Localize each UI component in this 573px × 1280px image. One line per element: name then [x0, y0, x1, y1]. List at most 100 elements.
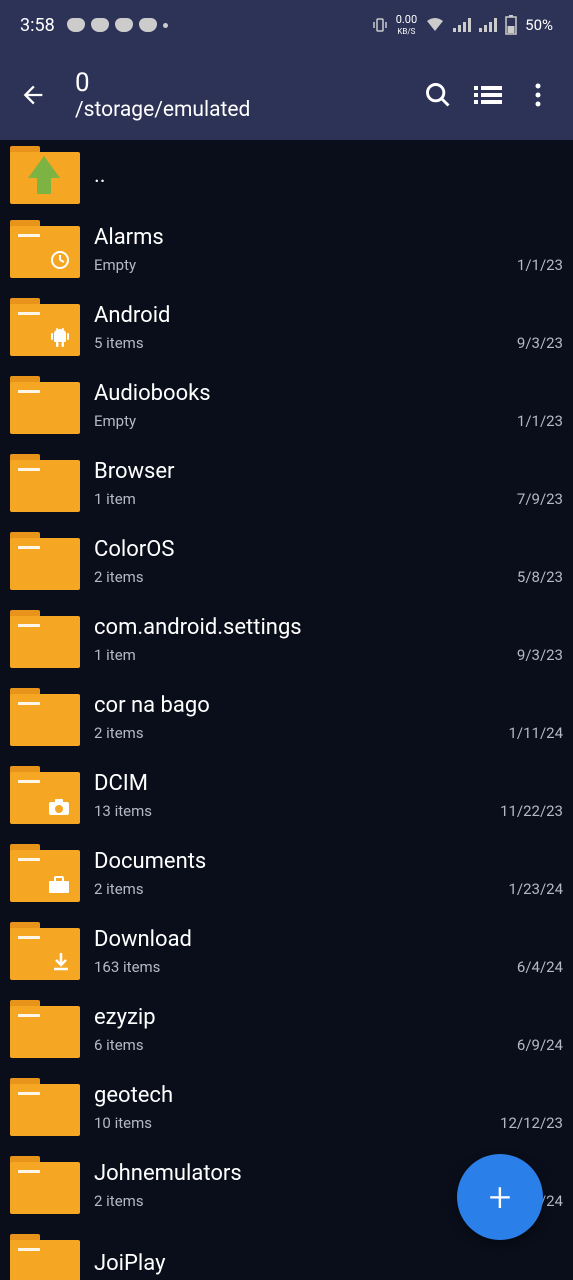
folder-name: com.android.settings: [94, 615, 563, 640]
current-path: /storage/emulated: [75, 98, 413, 122]
folder-info: 10 items: [94, 1114, 152, 1132]
folder-icon: [10, 1234, 80, 1280]
folder-name: Alarms: [94, 225, 563, 250]
folder-row[interactable]: Android 5 items 9/3/23: [0, 288, 573, 366]
search-button[interactable]: [413, 70, 463, 120]
vibrate-icon: [372, 17, 388, 33]
view-button[interactable]: [463, 70, 513, 120]
data-speed: 0.00KB/S: [396, 14, 417, 36]
status-left: 3:58: [20, 15, 168, 36]
camera-icon: [48, 798, 70, 816]
title-area[interactable]: 0 /storage/emulated: [75, 68, 413, 122]
folder-date: 5/8/23: [517, 568, 563, 586]
folder-name: Audiobooks: [94, 381, 563, 406]
folder-info: 5 items: [94, 334, 144, 352]
folder-name: Download: [94, 927, 563, 952]
parent-dir-name: ..: [94, 163, 563, 188]
folder-icon: [10, 532, 80, 590]
folder-date: 7/9/23: [517, 490, 563, 508]
folder-name: JoiPlay: [94, 1251, 563, 1276]
status-bar: 3:58 0.00KB/S 50%: [0, 0, 573, 50]
folder-info: 1 item: [94, 646, 136, 664]
folder-date: 9/3/23: [517, 334, 563, 352]
folder-row[interactable]: Audiobooks Empty 1/1/23: [0, 366, 573, 444]
folder-row[interactable]: geotech10 items12/12/23: [0, 1068, 573, 1146]
clock-icon: [50, 250, 70, 270]
discord-icon: [67, 18, 85, 32]
folder-icon: [10, 454, 80, 512]
wifi-icon: [425, 17, 445, 33]
folder-row[interactable]: ezyzip 6 items 6/9/24: [0, 990, 573, 1068]
folder-icon: [10, 610, 80, 668]
folder-date: 1/1/23: [517, 256, 563, 274]
folder-info: 2 items: [94, 568, 144, 586]
folder-name: DCIM: [94, 771, 563, 796]
folder-date: 6/4/24: [517, 958, 563, 976]
battery-icon: [505, 15, 517, 35]
folder-icon: [10, 376, 80, 434]
folder-date: 1/1/23: [517, 412, 563, 430]
folder-info: 2 items: [94, 880, 144, 898]
folder-name: Documents: [94, 849, 563, 874]
discord-icon: [91, 18, 109, 32]
folder-info: 2 items: [94, 1192, 144, 1210]
app-bar: 0 /storage/emulated: [0, 50, 573, 140]
folder-row[interactable]: com.android.settings 1 item 9/3/23: [0, 600, 573, 678]
dot-icon: [163, 23, 168, 28]
folder-row[interactable]: cor na bago 2 items 1/11/24: [0, 678, 573, 756]
notification-icons: [67, 18, 168, 32]
back-button[interactable]: [10, 73, 55, 118]
folder-info: Empty: [94, 256, 136, 274]
arrow-left-icon: [19, 81, 47, 109]
item-count: 0: [75, 68, 413, 98]
dropdown-icon: [260, 105, 270, 115]
folder-row[interactable]: Documents 2 items 1/23/24: [0, 834, 573, 912]
folder-info: 6 items: [94, 1036, 144, 1054]
folder-name: Browser: [94, 459, 563, 484]
folder-date: 6/9/24: [517, 1036, 563, 1054]
folder-date: 9/3/23: [517, 646, 563, 664]
folder-row[interactable]: Browser 1 item 7/9/23: [0, 444, 573, 522]
file-list[interactable]: .. Alarms Empty 1/1/23 Android 5 items 9/3/23…: [0, 140, 573, 1280]
folder-icon: [10, 1000, 80, 1058]
folder-icon: [10, 1156, 80, 1214]
signal-icon: [453, 18, 471, 32]
folder-date: /24: [540, 1192, 563, 1210]
folder-info: 13 items: [94, 802, 152, 820]
folder-row[interactable]: ColorOS2 items5/8/23: [0, 522, 573, 600]
battery-percent: 50%: [525, 16, 553, 34]
folder-date: 1/23/24: [508, 880, 563, 898]
folder-row[interactable]: Download 163 items 6/4/24: [0, 912, 573, 990]
folder-row[interactable]: Alarms Empty 1/1/23: [0, 210, 573, 288]
folder-name: cor na bago: [94, 693, 563, 718]
folder-info: 1 item: [94, 490, 136, 508]
discord-icon: [139, 18, 157, 32]
folder-info: 163 items: [94, 958, 160, 976]
signal-icon: [479, 18, 497, 32]
plus-icon: +: [489, 1174, 512, 1221]
status-right: 0.00KB/S 50%: [372, 14, 553, 36]
folder-info: 2 items: [94, 724, 144, 742]
more-button[interactable]: [513, 70, 563, 120]
folder-icon: [10, 1078, 80, 1136]
folder-date: 1/11/24: [508, 724, 563, 742]
folder-name: geotech: [94, 1083, 563, 1108]
folder-up-icon: [10, 146, 80, 204]
folder-name: ezyzip: [94, 1005, 563, 1030]
folder-date: 11/22/23: [500, 802, 563, 820]
briefcase-icon: [48, 876, 70, 894]
discord-icon: [115, 18, 133, 32]
folder-name: Android: [94, 303, 563, 328]
folder-icon: [10, 298, 80, 356]
list-view-icon: [474, 84, 502, 106]
add-fab[interactable]: +: [457, 1154, 543, 1240]
download-icon: [52, 952, 70, 972]
more-vert-icon: [535, 83, 541, 107]
search-icon: [424, 81, 452, 109]
folder-row[interactable]: DCIM 13 items 11/22/23: [0, 756, 573, 834]
folder-icon: [10, 688, 80, 746]
folder-info: Empty: [94, 412, 136, 430]
parent-dir-row[interactable]: ..: [0, 140, 573, 210]
folder-icon: [10, 766, 80, 824]
folder-icon: [10, 922, 80, 980]
